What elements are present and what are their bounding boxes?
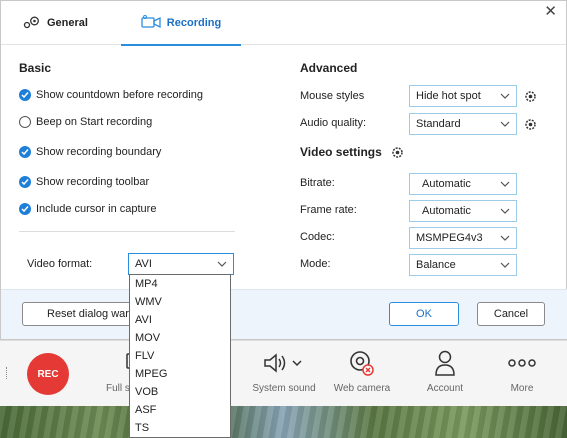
bitrate-select[interactable]: Automatic xyxy=(409,173,517,195)
web-camera-tool[interactable]: Web camera xyxy=(322,347,402,394)
audio-quality-select[interactable]: Standard xyxy=(409,113,517,135)
tab-general[interactable]: General xyxy=(23,1,88,45)
dropdown-option[interactable]: MOV xyxy=(130,329,230,347)
tab-recording-label: Recording xyxy=(166,17,222,29)
settings-dialog: ✕ General Recording Basic Show countdown… xyxy=(0,0,567,340)
option-countdown[interactable]: Show countdown before recording xyxy=(19,89,203,101)
option-label: Beep on Start recording xyxy=(36,116,153,128)
mouse-styles-label: Mouse styles xyxy=(300,90,365,102)
dropdown-option[interactable]: MP4 xyxy=(130,275,230,293)
more-dots-icon xyxy=(482,347,562,379)
bitrate-label: Bitrate: xyxy=(300,177,335,189)
divider xyxy=(19,231,235,232)
checked-icon[interactable] xyxy=(19,146,31,158)
chevron-down-icon xyxy=(499,177,511,194)
mouse-styles-select[interactable]: Hide hot spot xyxy=(409,85,517,107)
system-sound-tool[interactable]: System sound xyxy=(244,347,324,394)
gear-icon xyxy=(23,15,41,32)
chevron-down-icon xyxy=(499,258,511,275)
tab-recording[interactable]: Recording xyxy=(121,1,241,46)
speaker-icon xyxy=(244,347,324,379)
more-label: More xyxy=(510,383,534,394)
tab-general-label: General xyxy=(47,17,88,29)
option-label: Show recording boundary xyxy=(36,146,162,158)
camera-icon xyxy=(141,14,161,32)
frame-rate-select[interactable]: Automatic xyxy=(409,200,517,222)
background-photo xyxy=(0,406,567,438)
option-cursor[interactable]: Include cursor in capture xyxy=(19,203,156,215)
dropdown-option[interactable]: VOB xyxy=(130,383,230,401)
mouse-styles-value: Hide hot spot xyxy=(416,90,481,102)
chevron-down-icon xyxy=(499,204,511,221)
account-tool[interactable]: Account xyxy=(405,347,485,394)
basic-title: Basic xyxy=(19,61,52,75)
chevron-down-icon xyxy=(499,89,511,106)
dropdown-option[interactable]: WMV xyxy=(130,293,230,311)
more-tool[interactable]: More xyxy=(482,347,562,394)
chevron-down-icon xyxy=(499,231,511,248)
system-sound-label: System sound xyxy=(252,383,316,394)
web-camera-label: Web camera xyxy=(333,383,391,394)
option-toolbar[interactable]: Show recording toolbar xyxy=(19,176,149,188)
option-label: Include cursor in capture xyxy=(36,203,157,215)
option-beep[interactable]: Beep on Start recording xyxy=(19,116,152,128)
audio-quality-value: Standard xyxy=(416,118,461,130)
video-settings-title: Video settings xyxy=(300,145,382,159)
cancel-button[interactable]: Cancel xyxy=(477,302,545,326)
video-format-dropdown: MP4 WMV AVI MOV FLV MPEG VOB ASF TS xyxy=(129,274,231,438)
option-label: Show countdown before recording xyxy=(36,89,203,101)
checked-icon[interactable] xyxy=(19,176,31,188)
mode-select[interactable]: Balance xyxy=(409,254,517,276)
video-format-select[interactable]: AVI xyxy=(128,253,234,275)
dropdown-option[interactable]: TS xyxy=(130,419,230,437)
tab-bar: General Recording xyxy=(1,1,566,46)
codec-select[interactable]: MSMPEG4v3 xyxy=(409,227,517,249)
dropdown-option[interactable]: MPEG xyxy=(130,365,230,383)
dropdown-option[interactable]: AVI xyxy=(130,311,230,329)
audio-quality-label: Audio quality: xyxy=(300,117,367,129)
video-settings-gear-icon[interactable] xyxy=(390,145,405,163)
codec-value: MSMPEG4v3 xyxy=(416,232,483,244)
mode-label: Mode: xyxy=(300,258,331,270)
codec-label: Codec: xyxy=(300,231,335,243)
option-boundary[interactable]: Show recording boundary xyxy=(19,146,161,158)
checked-icon[interactable] xyxy=(19,89,31,101)
frame-rate-value: Automatic xyxy=(422,205,471,217)
dropdown-option[interactable]: ASF xyxy=(130,401,230,419)
video-format-value: AVI xyxy=(135,258,152,270)
webcam-off-icon xyxy=(322,347,402,379)
rec-button[interactable]: REC xyxy=(27,353,69,395)
ok-button[interactable]: OK xyxy=(389,302,459,326)
frame-rate-label: Frame rate: xyxy=(300,204,357,216)
advanced-title: Advanced xyxy=(300,61,358,75)
audio-settings-gear-icon[interactable] xyxy=(523,117,538,135)
dialog-footer: Reset dialog warni OK Cancel xyxy=(1,289,567,339)
recorder-toolbar: REC Full s System sound Web camera Accou… xyxy=(0,340,567,406)
account-label: Account xyxy=(426,383,464,394)
user-icon xyxy=(405,347,485,379)
video-format-label: Video format: xyxy=(27,258,93,270)
dropdown-option[interactable]: FLV xyxy=(130,347,230,365)
unchecked-icon[interactable] xyxy=(19,116,31,128)
mouse-settings-gear-icon[interactable] xyxy=(523,89,538,107)
reset-dialog-warnings-button[interactable]: Reset dialog warni xyxy=(22,302,132,326)
checked-icon[interactable] xyxy=(19,203,31,215)
chevron-down-icon xyxy=(216,257,228,274)
option-label: Show recording toolbar xyxy=(36,176,150,188)
mode-value: Balance xyxy=(416,259,456,271)
drag-handle-icon[interactable] xyxy=(6,367,9,379)
chevron-down-icon xyxy=(499,117,511,134)
bitrate-value: Automatic xyxy=(422,178,471,190)
